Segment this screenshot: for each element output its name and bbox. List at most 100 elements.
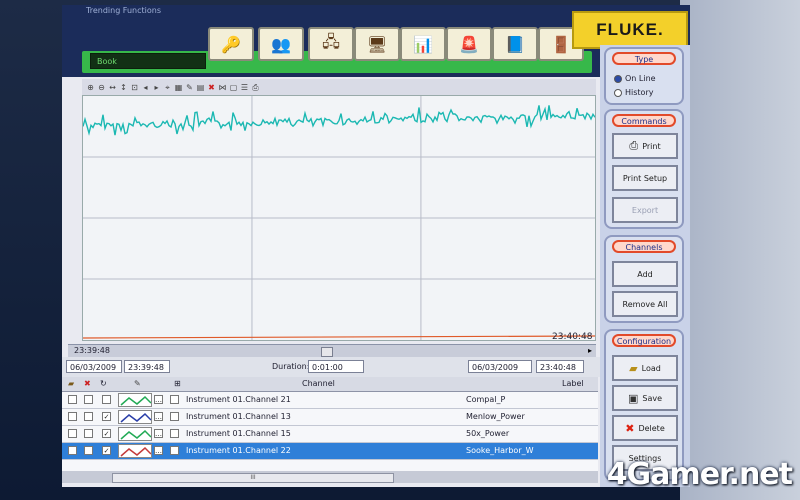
label-cell: Menlow_Power (466, 412, 525, 421)
zoom-x-icon[interactable]: ↔ (108, 83, 117, 92)
hscroll-thumb[interactable]: III (112, 473, 394, 483)
table-header: ▰ ✖ ↻ ✎ ⊞ Channel Label (62, 377, 598, 392)
label-cell: 50x_Power (466, 429, 510, 438)
refresh-icon[interactable]: ↻ (100, 377, 107, 391)
duration-field[interactable]: 0:01:00 (308, 360, 364, 373)
network-tool-button[interactable]: 🖧 (308, 27, 354, 61)
start-time-field[interactable]: 23:39:48 (124, 360, 170, 373)
table-row[interactable]: ✓ … Instrument 01.Channel 15 50x_Power (62, 426, 598, 443)
col-label[interactable]: Label (562, 377, 584, 391)
zoom-y-icon[interactable]: ↕ (119, 83, 128, 92)
remove-all-button[interactable]: Remove All (612, 291, 678, 317)
print-setup-button[interactable]: Print Setup (612, 165, 678, 191)
row-select-checkbox[interactable] (170, 395, 179, 404)
channel-cell: Instrument 01.Channel 13 (186, 412, 291, 421)
pencil-icon[interactable]: ✎ (185, 83, 194, 92)
row-checkbox[interactable] (84, 395, 93, 404)
radio-dot-icon (614, 88, 622, 97)
trace-color-swatch[interactable] (118, 427, 152, 441)
col-channel[interactable]: Channel (302, 377, 335, 391)
table-row[interactable]: ✓ … Instrument 01.Channel 22 Sooke_Harbor_W (62, 443, 598, 460)
users-tool-button[interactable]: 👥 (258, 27, 304, 61)
time-controls: 06/03/2009 23:39:48 Duration: 0:01:00 06… (62, 357, 690, 377)
trace-options-button[interactable]: … (154, 429, 163, 438)
row-checkbox[interactable] (68, 446, 77, 455)
trend-trace (82, 105, 596, 136)
pan-right-icon[interactable]: ▸ (152, 83, 161, 92)
split-icon[interactable]: ⋈ (218, 83, 227, 92)
row-checkbox[interactable] (68, 429, 77, 438)
folder-icon[interactable]: ▰ (68, 377, 74, 391)
monitor-frame-right (680, 0, 800, 500)
delete-button[interactable]: ✖ Delete (612, 415, 678, 441)
cursor-icon[interactable]: ⌖ (163, 83, 172, 92)
remove-icon[interactable]: ✖ (84, 377, 91, 391)
zoom-fit-icon[interactable]: ⊡ (130, 83, 139, 92)
save-button[interactable]: ▣ Save (612, 385, 678, 411)
fluke-logo: FLUKE. (572, 11, 688, 49)
label-cell: Sooke_Harbor_W (466, 446, 534, 455)
add-button[interactable]: Add (612, 261, 678, 287)
zoom-out-icon[interactable]: ⊖ (97, 83, 106, 92)
book-tool-button[interactable]: 📘 (492, 27, 538, 61)
visible-checkbox[interactable]: ✓ (102, 446, 111, 455)
disk-icon: ▣ (627, 391, 639, 405)
table-row[interactable]: ✓ … Instrument 01.Channel 13 Menlow_Power (62, 409, 598, 426)
start-date-field[interactable]: 06/03/2009 (66, 360, 122, 373)
row-select-checkbox[interactable] (170, 412, 179, 421)
visible-checkbox[interactable]: ✓ (102, 429, 111, 438)
grid-select-icon[interactable]: ⊞ (174, 377, 181, 391)
scroll-thumb[interactable] (321, 347, 333, 357)
trend-chart[interactable] (82, 95, 596, 341)
printer-icon: ⎙ (629, 139, 639, 152)
trend-plot (82, 96, 596, 340)
print-button[interactable]: ⎙ Print (612, 133, 678, 159)
list-icon[interactable]: ☰ (240, 83, 249, 92)
trace-color-swatch[interactable] (118, 444, 152, 458)
channels-title: Channels (612, 240, 676, 253)
channel-cell: Instrument 01.Channel 15 (186, 429, 291, 438)
print-icon[interactable]: ⎙ (251, 83, 260, 92)
folder-open-icon: ▰ (629, 361, 638, 375)
scroll-right-icon[interactable]: ▸ (588, 345, 592, 357)
grid-icon[interactable]: ▦ (174, 83, 183, 92)
pen-icon[interactable]: ✎ (134, 377, 141, 391)
mode-label: Book (90, 53, 206, 69)
row-checkbox[interactable] (68, 395, 77, 404)
time-scrollbar[interactable]: 23:39:48 ▸ (68, 344, 596, 357)
pan-left-icon[interactable]: ◂ (141, 83, 150, 92)
radio-history[interactable]: History (614, 87, 653, 98)
row-checkbox[interactable] (84, 412, 93, 421)
bar-chart-tool-button[interactable]: 📊 (400, 27, 446, 61)
computer-tool-button[interactable]: 🖥 (354, 27, 400, 61)
trace-options-button[interactable]: … (154, 412, 163, 421)
frame-icon[interactable]: ▢ (229, 83, 238, 92)
side-panel: Type On Line History Commands ⎙ Print Pri… (600, 45, 690, 487)
row-select-checkbox[interactable] (170, 429, 179, 438)
trace-color-swatch[interactable] (118, 393, 152, 407)
trace-color-swatch[interactable] (118, 410, 152, 424)
channels-group: Channels Add Remove All (604, 235, 684, 323)
trace-options-button[interactable]: … (154, 446, 163, 455)
export-button[interactable]: Export (612, 197, 678, 223)
alarm-tool-button[interactable]: 🚨 (446, 27, 492, 61)
end-date-field[interactable]: 06/03/2009 (468, 360, 532, 373)
table-hscrollbar[interactable]: III (62, 471, 598, 483)
key-tool-button[interactable]: 🔑 (208, 27, 254, 61)
row-select-checkbox[interactable] (170, 446, 179, 455)
delete-icon[interactable]: ✖ (207, 83, 216, 92)
visible-checkbox[interactable]: ✓ (102, 412, 111, 421)
visible-checkbox[interactable] (102, 395, 111, 404)
trace-options-button[interactable]: … (154, 395, 163, 404)
end-time-field[interactable]: 23:40:48 (536, 360, 584, 373)
row-checkbox[interactable] (84, 446, 93, 455)
bottom-trace (82, 335, 596, 339)
radio-online[interactable]: On Line (614, 73, 656, 84)
table-row[interactable]: … Instrument 01.Channel 21 Compal_P (62, 392, 598, 409)
exit-icon: 🚪 (551, 34, 571, 54)
row-checkbox[interactable] (68, 412, 77, 421)
document-icon[interactable]: ▤ (196, 83, 205, 92)
zoom-in-icon[interactable]: ⊕ (86, 83, 95, 92)
load-button[interactable]: ▰ Load (612, 355, 678, 381)
row-checkbox[interactable] (84, 429, 93, 438)
